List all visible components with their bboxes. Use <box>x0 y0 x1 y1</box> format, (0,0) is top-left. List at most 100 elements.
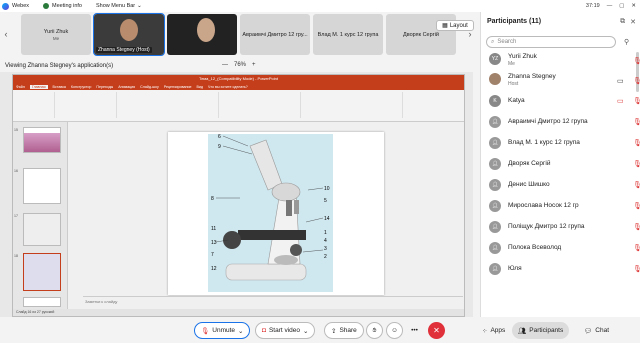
ppt-tab[interactable]: Вид <box>197 85 204 89</box>
layout-button[interactable]: ▦ Layout <box>436 20 474 31</box>
ppt-tab[interactable]: Рецензирование <box>164 85 192 89</box>
video-strip: ‹ Yurii Zhuk Me Zhanna Stegney (Host) Ав… <box>0 12 478 58</box>
ppt-tell-me[interactable]: Что вы хотите сделать? <box>208 85 248 89</box>
meeting-info-button[interactable]: Meeting info <box>43 3 82 9</box>
share-title: Viewing Zhanna Stegney's application(s) <box>5 63 114 69</box>
app-title: Webex <box>12 3 30 9</box>
participant-row[interactable]: 👤︎ Юля 🎙︎ <box>481 260 640 278</box>
search-placeholder: Search <box>497 39 517 45</box>
smiley-icon: ☺ <box>391 327 398 334</box>
slide-thumbnail[interactable] <box>23 127 61 153</box>
chevron-down-icon[interactable]: ⌄ <box>303 327 308 335</box>
participant-name: Katya <box>508 97 525 104</box>
ppt-tab[interactable]: Анимация <box>118 85 135 89</box>
tile-participant-video[interactable] <box>167 14 237 55</box>
participant-row[interactable]: K Katya ▭ 🎙︎ <box>481 92 640 110</box>
participant-row[interactable]: 👤︎ Мирослава Носок 12 гр 🎙︎ <box>481 197 640 215</box>
slide-label: 7 <box>211 252 214 258</box>
ppt-tab[interactable]: Вставка <box>53 85 66 89</box>
mic-muted-icon: 🎙︎ <box>633 140 640 147</box>
chat-icon: 💬︎ <box>584 327 593 335</box>
ppt-tab[interactable]: Конструктор <box>71 85 92 89</box>
unmute-button[interactable]: 🎙︎ Unmute ⌄ <box>194 322 251 339</box>
slide-thumbnail-selected[interactable] <box>23 253 61 291</box>
shield-icon <box>43 3 50 9</box>
hand-icon: ✋︎ <box>372 326 377 334</box>
mic-muted-icon: 🎙︎ <box>633 58 640 65</box>
person-icon: 👤︎ <box>489 221 501 233</box>
apps-button[interactable]: ⁘ Apps <box>476 322 511 339</box>
slide-thumbnail[interactable] <box>23 213 61 246</box>
raise-hand-button[interactable]: ✋︎ <box>366 322 383 339</box>
zoom-value[interactable]: 76% <box>234 62 246 68</box>
show-menu-bar-button[interactable]: Show Menu Bar ⌄ <box>96 3 142 9</box>
chat-button[interactable]: 💬︎ Chat <box>578 322 615 339</box>
share-icon: ⇪ <box>331 327 337 335</box>
chevron-down-icon[interactable]: ⌄ <box>238 327 243 335</box>
powerpoint-window: Тема_12_(Compatibility Mode) - PowerPoin… <box>12 74 465 317</box>
slide-thumbnail[interactable] <box>23 297 61 307</box>
strip-left-arrow-icon[interactable]: ‹ <box>0 29 12 39</box>
tile-vlad[interactable]: Влад М. 1 курс 12 група <box>313 14 383 55</box>
tile-name: Дворяк Сергій <box>403 31 439 38</box>
participant-row[interactable]: Zhanna Stegney Host ▭ 🎙︎ <box>481 72 640 90</box>
leave-meeting-button[interactable]: ✕ <box>428 322 445 339</box>
slide-thumbnails: 15 16 17 18 <box>13 122 68 310</box>
close-icon[interactable]: ✕ <box>630 18 636 26</box>
avatar: K <box>489 95 501 107</box>
tile-zhanna-stegney[interactable]: Zhanna Stegney (Host) <box>93 13 165 56</box>
share-label: Share <box>339 327 357 334</box>
minimize-icon[interactable]: — <box>607 3 613 9</box>
zoom-out-button[interactable]: — <box>222 62 228 68</box>
video-off-icon: ▭ <box>617 98 624 105</box>
mic-muted-icon: 🎙︎ <box>633 266 640 273</box>
reactions-button[interactable]: ☺ <box>386 322 403 339</box>
ppt-tab[interactable]: Главная <box>29 84 48 89</box>
participant-name: Влад М. 1 курс 12 група <box>508 139 580 146</box>
slide-label: 1 <box>324 230 327 236</box>
person-icon: 👤︎ <box>489 200 501 212</box>
slide-notes[interactable]: Заметки к слайду <box>83 296 463 305</box>
filter-icon[interactable]: ⚲ <box>624 38 629 46</box>
close-icon[interactable]: ✕ <box>631 3 636 9</box>
more-options-button[interactable]: ••• <box>406 322 423 339</box>
slide-label: 3 <box>324 246 327 252</box>
ribbon-group <box>405 92 460 118</box>
tile-avraimchi[interactable]: Авраимчі Дмитро 12 гру... <box>240 14 310 55</box>
participant-row[interactable]: 👤︎ Поліщук Дмитро 12 група 🎙︎ <box>481 218 640 236</box>
thumb-number: 18 <box>14 254 18 258</box>
share-button[interactable]: ⇪ Share <box>324 322 364 339</box>
slide-thumbnail[interactable] <box>23 168 61 204</box>
thumb-number: 15 <box>14 128 18 132</box>
top-bar: Webex Meeting info Show Menu Bar ⌄ 37:19… <box>0 0 640 12</box>
slide-label: 10 <box>324 186 330 192</box>
participant-row[interactable]: 👤︎ Денис Шишко 🎙︎ <box>481 176 640 194</box>
ppt-tab[interactable]: Слайд-шоу <box>140 85 159 89</box>
meeting-info-label: Meeting info <box>52 3 82 9</box>
ppt-tab[interactable]: Переходы <box>96 85 113 89</box>
popout-icon[interactable]: ⧉ <box>620 18 625 26</box>
participant-row[interactable]: 👤︎ Полока Всеволод 🎙︎ <box>481 239 640 257</box>
participant-row[interactable]: 👤︎ Влад М. 1 курс 12 група 🎙︎ <box>481 134 640 152</box>
ppt-tab[interactable]: Файл <box>16 85 25 89</box>
person-icon: 👤︎ <box>489 179 501 191</box>
participant-row[interactable]: 👤︎ Авраимчі Дмитро 12 група 🎙︎ <box>481 113 640 131</box>
video-icon: ▭ <box>617 78 624 85</box>
participant-search-input[interactable]: ⌕ Search <box>486 36 616 48</box>
participants-icon: 👥︎ <box>518 327 527 335</box>
mic-muted-icon: 🎙︎ <box>633 161 640 168</box>
zoom-in-button[interactable]: + <box>252 62 256 68</box>
mic-muted-icon: 🎙︎ <box>633 182 640 189</box>
participant-row[interactable]: YZ Yurii Zhuk Me 🎙︎ <box>481 52 640 70</box>
webex-logo-icon <box>2 2 9 10</box>
ppt-ribbon <box>13 90 464 122</box>
ppt-status-bar: Слайд 16 из 27 русский <box>13 309 464 316</box>
maximize-icon[interactable]: ▢ <box>619 3 624 9</box>
participant-row[interactable]: 👤︎ Дворяк Сергій 🎙︎ <box>481 155 640 173</box>
slide-label: 14 <box>324 216 330 222</box>
start-video-button[interactable]: ◘ Start video ⌄ <box>255 322 316 339</box>
tile-yurii-zhuk[interactable]: Yurii Zhuk Me <box>21 14 91 55</box>
participants-panel: Participants (11) ⧉ ✕ ⌕ Search ⚲ YZ Yuri… <box>480 12 640 317</box>
participants-button[interactable]: 👥︎ Participants <box>512 322 570 339</box>
tile-name: Влад М. 1 курс 12 група <box>317 31 379 38</box>
